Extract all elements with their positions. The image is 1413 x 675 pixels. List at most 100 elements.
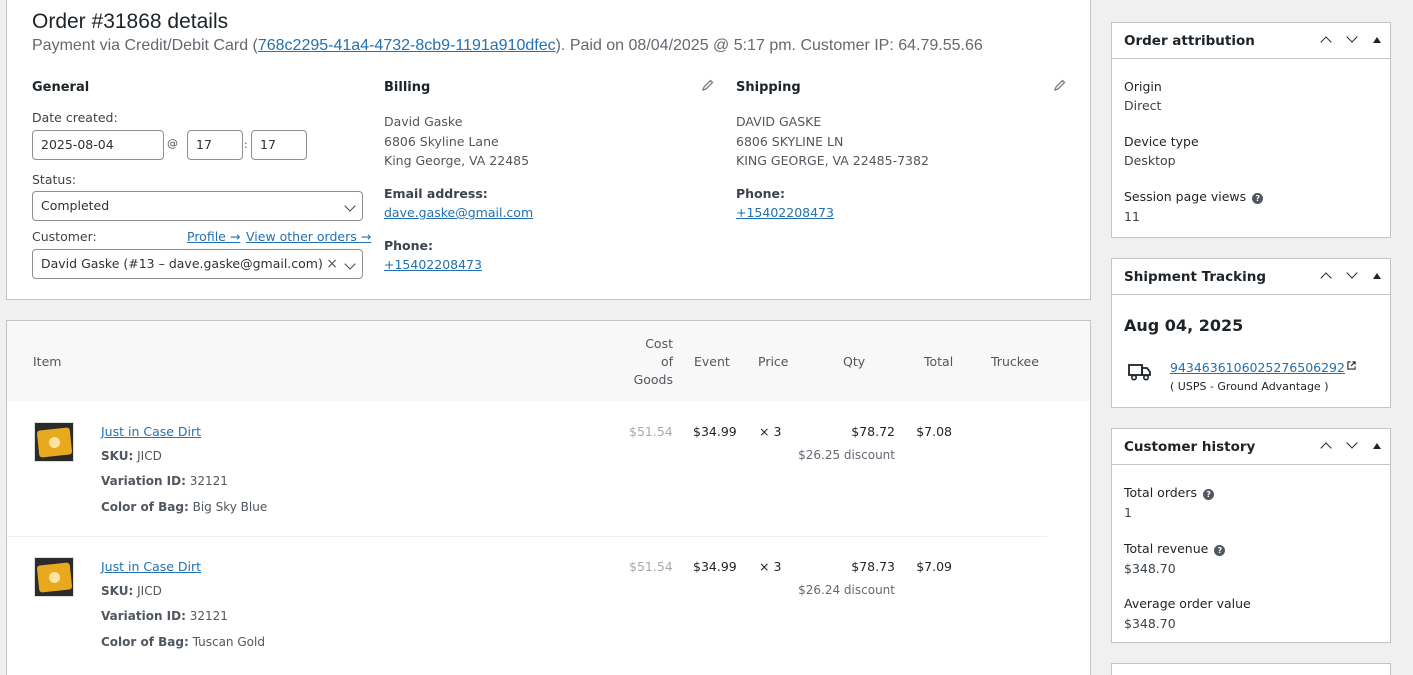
col-price: Price [758,354,789,369]
order-attribution-box: Order attribution Origin Direct Device t… [1111,22,1391,238]
tracking-number: 9434636106025276506292 [1170,360,1356,375]
col-total: Total [924,354,954,369]
item-total: $7.09 [916,559,952,574]
item-sku: SKU: JICD [101,584,162,598]
device-type-value: Desktop [1124,153,1176,168]
external-link-icon[interactable] [1347,361,1356,370]
item-line-total: $78.72 [851,424,895,439]
shipment-tracking-title: Shipment Tracking [1124,269,1266,285]
variation-label: Variation ID: [101,474,186,488]
col-cost-line-1: Cost [645,336,673,351]
item-qty: × 3 [759,559,782,574]
sku-label: SKU: [101,449,134,463]
collapse-toggle-icon[interactable] [1373,37,1381,43]
billing-street: 6806 Skyline Lane [384,133,499,149]
product-thumbnail [34,557,74,597]
col-cost-of-goods: Cost of Goods [623,335,673,389]
item-line-total: $78.73 [851,559,895,574]
origin-label: Origin [1124,79,1162,94]
help-icon[interactable]: ? [1252,193,1264,204]
item-variation: Variation ID: 32121 [101,474,228,488]
total-revenue-label: Total revenue? [1124,541,1226,556]
edit-pencil-icon[interactable] [1053,78,1067,92]
transaction-id-link[interactable]: 768c2295-41a4-4732-8cb9-1191a910dfec [258,37,556,54]
product-thumbnail [34,422,74,462]
billing-name: David Gaske [384,114,463,129]
shipment-tracking-box: Shipment Tracking Aug 04, 2025 943463610… [1111,258,1391,408]
move-up-icon[interactable] [1320,272,1332,284]
billing-email-label: Email address: [384,186,488,201]
billing-phone-link[interactable]: +15402208473 [384,257,482,272]
payment-suffix: ). Paid on 08/04/2025 @ 5:17 pm. Custome… [555,37,983,54]
device-type-label: Device type [1124,134,1199,149]
date-created-input[interactable]: 2025-08-04 [32,130,164,160]
move-down-icon[interactable] [1346,31,1358,43]
product-name-link[interactable]: Just in Case Dirt [101,559,201,574]
shipping-phone-label: Phone: [736,186,786,201]
status-value: Completed [41,198,110,213]
col-cost-line-3: Goods [633,372,673,387]
payment-summary: Payment via Credit/Debit Card (768c2295-… [32,37,983,55]
chevron-down-icon [344,200,356,212]
item-event-price: $34.99 [693,559,737,574]
billing-email-link[interactable]: dave.gaske@gmail.com [384,205,533,220]
billing-heading: Billing [384,80,431,95]
clear-icon[interactable]: × [326,250,338,278]
payment-prefix: Payment via Credit/Debit Card ( [32,37,258,54]
customer-select[interactable]: David Gaske (#13 – dave.gaske@gmail.com)… [32,249,363,279]
view-other-orders-link[interactable]: View other orders → [246,229,371,244]
item-discount: $26.25 discount [798,448,895,462]
tracking-carrier: ( USPS - Ground Advantage ) [1170,380,1329,393]
delivery-truck-icon [1128,364,1151,381]
customer-history-title: Customer history [1124,439,1256,455]
item-total: $7.08 [916,424,952,439]
col-event: Event [694,354,730,369]
item-discount: $26.24 discount [798,583,895,597]
sku-value: JICD [137,584,162,598]
item-variation: Variation ID: 32121 [101,609,228,623]
shipping-address: DAVID GASKE 6806 SKYLINE LN KING GEORGE,… [736,112,929,171]
collapse-toggle-icon[interactable] [1373,273,1381,279]
customer-history-box: Customer history Total orders? 1 Total r… [1111,428,1391,643]
col-item: Item [33,354,62,369]
product-name-link[interactable]: Just in Case Dirt [101,424,201,439]
average-order-value-label: Average order value [1124,596,1251,611]
variation-label: Variation ID: [101,609,186,623]
items-table-header: Item Cost of Goods Event Price Qty Total… [7,321,1090,401]
date-created-label: Date created: [32,110,118,125]
color-label: Color of Bag: [101,500,189,514]
status-select[interactable]: Completed [32,191,363,221]
shipping-phone-link[interactable]: +15402208473 [736,205,834,220]
tracking-number-link[interactable]: 9434636106025276506292 [1170,360,1345,375]
status-label: Status: [32,172,77,187]
item-event-price: $34.99 [693,424,737,439]
shipment-tracking-header[interactable]: Shipment Tracking [1112,259,1390,295]
order-attribution-header[interactable]: Order attribution [1112,23,1390,59]
time-colon: : [244,138,248,151]
minute-input[interactable]: 17 [251,130,307,160]
shipping-city: KING GEORGE, VA 22485-7382 [736,153,929,168]
session-page-views-label: Session page views? [1124,189,1264,204]
row-divider [7,536,1047,537]
total-orders-value: 1 [1124,505,1132,520]
billing-phone-label: Phone: [384,238,434,253]
help-icon[interactable]: ? [1214,545,1226,556]
color-value: Big Sky Blue [192,500,268,514]
move-up-icon[interactable] [1320,36,1332,48]
item-cost: $51.54 [629,424,673,439]
move-down-icon[interactable] [1346,267,1358,279]
chevron-down-icon [344,258,356,270]
total-orders-label: Total orders? [1124,485,1215,500]
total-revenue-value: $348.70 [1124,561,1176,576]
edit-pencil-icon[interactable] [701,78,715,92]
move-down-icon[interactable] [1346,437,1358,449]
item-qty: × 3 [759,424,782,439]
collapse-toggle-icon[interactable] [1373,443,1381,449]
customer-history-header[interactable]: Customer history [1112,429,1390,465]
move-up-icon[interactable] [1320,442,1332,454]
customer-profile-link[interactable]: Profile → [187,229,240,244]
hour-input[interactable]: 17 [187,130,243,160]
help-icon[interactable]: ? [1203,489,1215,500]
item-cost: $51.54 [629,559,673,574]
total-orders-text: Total orders [1124,485,1198,500]
